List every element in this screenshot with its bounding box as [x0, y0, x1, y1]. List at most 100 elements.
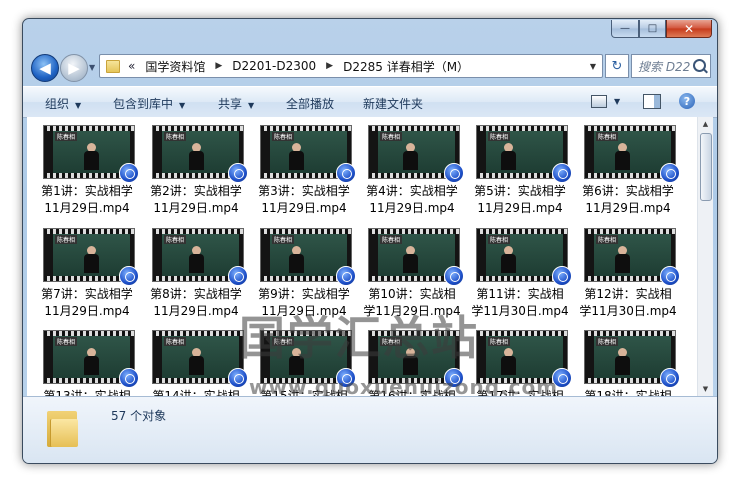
thumbnail-logo: 陈春相: [380, 132, 403, 141]
thumbnail-logo: 陈春相: [272, 235, 295, 244]
share-menu[interactable]: 共享 ▼: [218, 95, 254, 112]
file-name-line: 第2讲：实战相学: [150, 184, 242, 198]
lecturer-figure: [84, 246, 99, 273]
chevron-down-icon: ▼: [248, 101, 255, 110]
view-options-dropdown[interactable]: ▼: [614, 97, 620, 106]
recent-pages-dropdown[interactable]: ▼: [89, 63, 95, 72]
file-name-line: 11月29日.mp4: [44, 201, 130, 215]
thumbnail-logo: 陈春相: [488, 337, 511, 346]
organize-menu[interactable]: 组织 ▼: [45, 95, 81, 112]
file-item[interactable]: 陈春相第13讲：实战相: [35, 322, 139, 396]
file-name: 第12讲：实战相 学11月30日.mp4: [576, 286, 680, 320]
lecturer-figure: [84, 143, 99, 170]
file-item[interactable]: 陈春相 第1讲：实战相学 11月29日.mp4: [35, 117, 139, 215]
file-name: 第7讲：实战相学 11月29日.mp4: [35, 286, 139, 320]
forward-button[interactable]: ▶: [60, 54, 88, 82]
breadcrumb-item[interactable]: D2201-D2300: [232, 59, 316, 73]
thumbnail-logo: 陈春相: [55, 337, 78, 346]
file-name: 第4讲：实战相学 11月29日.mp4: [360, 183, 464, 217]
back-button[interactable]: ◀: [31, 54, 59, 82]
include-in-library-menu[interactable]: 包含到库中 ▼: [113, 95, 185, 112]
file-name: 第14讲：实战相: [144, 388, 248, 396]
lecturer-figure: [289, 143, 304, 170]
change-view-icon[interactable]: [591, 95, 607, 108]
vertical-scrollbar[interactable]: ▲ ▼: [697, 117, 713, 396]
media-player-icon: [444, 266, 464, 286]
back-arrow-icon: ◀: [39, 59, 51, 77]
file-name-line: 第18讲：实战相: [584, 389, 672, 396]
file-item[interactable]: 陈春相第4讲：实战相学 11月29日.mp4: [360, 117, 464, 215]
search-icon[interactable]: [693, 59, 706, 72]
file-name: 第8讲：实战相学 11月29日.mp4: [144, 286, 248, 320]
address-bar[interactable]: « 国学资料馆 ▶ D2201-D2300 ▶ D2285 详春相学（M） ▼: [99, 54, 603, 78]
preview-pane-icon[interactable]: [643, 94, 661, 109]
file-name-line: 11月29日.mp4: [585, 201, 671, 215]
title-bar: — □ ✕: [23, 19, 717, 45]
file-name-line: 第1讲：实战相学: [41, 184, 133, 198]
thumbnail-logo: 陈春相: [596, 235, 619, 244]
thumbnail-logo: 陈春相: [164, 235, 187, 244]
media-player-icon: [119, 368, 139, 388]
file-name-line: 学11月30日.mp4: [471, 304, 569, 318]
lecturer-figure: [501, 143, 516, 170]
breadcrumb-item[interactable]: D2285 详春相学（M）: [343, 58, 469, 75]
file-name-line: 第4讲：实战相学: [366, 184, 458, 198]
chevron-right-icon[interactable]: ▶: [215, 61, 222, 71]
chevron-right-icon[interactable]: ▶: [326, 61, 333, 71]
file-item[interactable]: 陈春相 第14讲：实战相: [144, 322, 248, 396]
file-item[interactable]: 陈春相第7讲：实战相学 11月29日.mp4: [35, 220, 139, 318]
file-item[interactable]: 陈春相 第6讲：实战相学 11月29日.mp4: [576, 117, 680, 215]
scroll-up-arrow-icon[interactable]: ▲: [698, 117, 713, 131]
file-item[interactable]: 陈春相第8讲：实战相学 11月29日.mp4: [144, 220, 248, 318]
file-name-line: 第3讲：实战相学: [258, 184, 350, 198]
file-name-line: 学11月30日.mp4: [579, 304, 677, 318]
file-name-line: 11月29日.mp4: [153, 304, 239, 318]
refresh-button[interactable]: ↻: [605, 54, 629, 78]
file-item[interactable]: 陈春相第2讲：实战相学 11月29日.mp4: [144, 117, 248, 215]
share-label: 共享: [218, 97, 243, 111]
watermark-url: www.guoxuehuizong.com: [249, 375, 559, 396]
new-folder-button[interactable]: 新建文件夹: [363, 95, 423, 112]
media-player-icon: [119, 163, 139, 183]
address-dropdown-icon[interactable]: ▼: [590, 62, 596, 71]
scroll-down-arrow-icon[interactable]: ▼: [698, 382, 713, 396]
folder-icon: [106, 59, 120, 73]
scroll-thumb[interactable]: [700, 133, 712, 201]
media-player-icon: [228, 266, 248, 286]
play-all-button[interactable]: 全部播放: [286, 95, 334, 112]
file-item[interactable]: 陈春相 第3讲：实战相学 11月29日.mp4: [252, 117, 356, 215]
details-pane: 57 个对象: [23, 396, 717, 463]
file-item[interactable]: 陈春相第12讲：实战相 学11月30日.mp4: [576, 220, 680, 318]
minimize-button[interactable]: —: [611, 20, 639, 38]
breadcrumb-overflow[interactable]: «: [128, 59, 135, 73]
file-name-line: 第13讲：实战相: [43, 389, 131, 396]
watermark-text: 国学汇总站: [239, 311, 479, 365]
file-name-line: 第11讲：实战相: [476, 287, 564, 301]
help-button[interactable]: ?: [679, 93, 695, 109]
maximize-button[interactable]: □: [639, 20, 666, 38]
breadcrumb-item[interactable]: 国学资料馆: [145, 58, 205, 75]
file-name-line: 第5讲：实战相学: [474, 184, 566, 198]
file-name-line: 第14讲：实战相: [152, 389, 240, 396]
file-item[interactable]: 陈春相 第18讲：实战相: [576, 322, 680, 396]
lecturer-figure: [189, 246, 204, 273]
search-input[interactable]: 搜索 D228...: [638, 58, 690, 75]
refresh-icon: ↻: [611, 58, 623, 74]
file-item[interactable]: 陈春相 第5讲：实战相学 11月29日.mp4: [468, 117, 572, 215]
thumbnail-logo: 陈春相: [55, 235, 78, 244]
item-count: 57 个对象: [111, 409, 167, 423]
forward-arrow-icon: ▶: [68, 59, 80, 77]
search-box[interactable]: 搜索 D228...: [631, 54, 711, 78]
file-name: 第2讲：实战相学 11月29日.mp4: [144, 183, 248, 217]
close-button[interactable]: ✕: [666, 20, 712, 38]
lecturer-figure: [403, 246, 418, 273]
thumbnail-logo: 陈春相: [488, 235, 511, 244]
file-name-line: 第10讲：实战相: [368, 287, 456, 301]
file-item[interactable]: 陈春相第11讲：实战相 学11月30日.mp4: [468, 220, 572, 318]
thumbnail-logo: 陈春相: [164, 132, 187, 141]
file-name: 第6讲：实战相学 11月29日.mp4: [576, 183, 680, 217]
file-name-line: 11月29日.mp4: [477, 201, 563, 215]
file-name-line: 第8讲：实战相学: [150, 287, 242, 301]
explorer-window: — □ ✕ ◀ ▶ ▼ « 国学资料馆 ▶ D2201-D2300 ▶ D228…: [22, 18, 718, 464]
file-name: 第3讲：实战相学 11月29日.mp4: [252, 183, 356, 217]
